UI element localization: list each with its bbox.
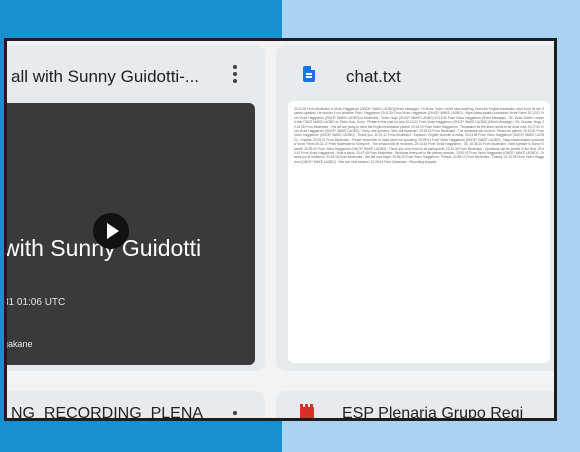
chat-preview[interactable]: 20:11:35 From Moderator to Victor Haggst… <box>288 101 550 363</box>
file-card-video[interactable]: all with Sunny Guidotti-... with Sunny G… <box>4 45 265 371</box>
drive-file-grid: all with Sunny Guidotti-... with Sunny G… <box>4 38 557 421</box>
file-card-chat[interactable]: chat.txt 20:11:35 From Moderator to Vict… <box>276 45 554 371</box>
thumbnail-date: 31 01:06 UTC <box>4 297 66 308</box>
video-thumbnail[interactable]: with Sunny Guidotti 31 01:06 UTC gakane <box>4 103 255 365</box>
chat-preview-text: 20:11:35 From Moderator to Victor Haggst… <box>294 107 544 164</box>
file-card-recording[interactable]: NG_RECORDING_Plena <box>7 391 265 421</box>
file-title-plenaria: ESP Plenaria Grupo Regi <box>342 405 524 421</box>
document-icon <box>303 66 315 82</box>
file-title-recording: NG_RECORDING_Plena <box>11 405 204 421</box>
file-card-plenaria[interactable]: ESP Plenaria Grupo Regi <box>276 391 554 421</box>
video-clapper-icon <box>300 404 314 418</box>
thumbnail-name: gakane <box>4 339 33 349</box>
play-icon[interactable] <box>93 213 129 249</box>
file-title-video: all with Sunny Guidotti-... <box>11 67 200 86</box>
more-options-icon[interactable] <box>233 65 237 83</box>
more-options-icon[interactable] <box>233 411 237 418</box>
file-title-chat: chat.txt <box>346 67 401 86</box>
